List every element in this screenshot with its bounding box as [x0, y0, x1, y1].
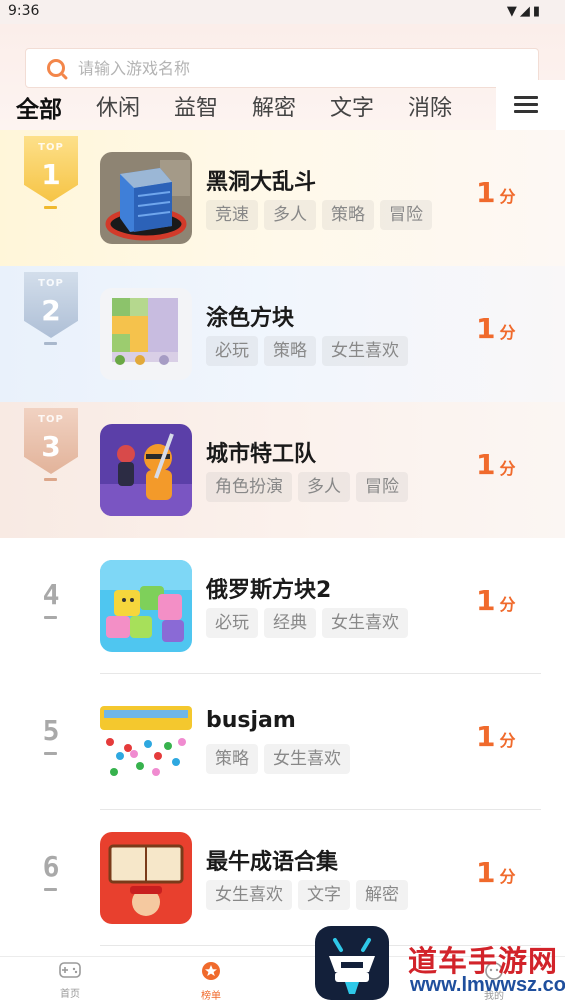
- badge-top-label: TOP: [38, 278, 64, 289]
- idiom-game-icon[interactable]: [100, 832, 192, 924]
- rank-number: 5: [42, 714, 60, 747]
- game-name[interactable]: 俄罗斯方块2: [206, 572, 331, 604]
- tag: 角色扮演: [206, 472, 292, 502]
- score-value: 1: [476, 584, 496, 617]
- score-value: 1: [476, 312, 496, 345]
- game-name[interactable]: 黑洞大乱斗: [206, 164, 316, 196]
- tag: 冒险: [356, 472, 408, 502]
- list-item[interactable]: TOP 3 城市特工队 角色扮演 多人 冒险 1分: [0, 402, 565, 538]
- score-unit: 分: [499, 323, 516, 342]
- game-tags: 竞速 多人 策略 冒险: [206, 200, 438, 230]
- tag: 策略: [206, 744, 258, 774]
- tag: 解密: [356, 880, 408, 910]
- tag: 文字: [298, 880, 350, 910]
- city-agent-game-icon[interactable]: [100, 424, 192, 516]
- tag: 竞速: [206, 200, 258, 230]
- rank-badge-gold: TOP 1: [24, 136, 78, 202]
- hamburger-menu-icon: [514, 96, 538, 114]
- game-score: 1分: [476, 448, 516, 481]
- tag: 女生喜欢: [264, 744, 350, 774]
- game-tags: 女生喜欢 文字 解密: [206, 880, 414, 910]
- badge-top-label: TOP: [38, 414, 64, 425]
- game-score: 1分: [476, 584, 516, 617]
- game-name[interactable]: 涂色方块: [206, 300, 294, 332]
- category-menu-button[interactable]: [496, 80, 565, 130]
- rank-number: 1: [41, 158, 61, 191]
- game-name[interactable]: 最牛成语合集: [206, 844, 338, 876]
- game-tags: 必玩 策略 女生喜欢: [206, 336, 414, 366]
- rank-badge-silver: TOP 2: [24, 272, 78, 338]
- watermark-logo: 道车手游网 www.lmwwsz.com: [408, 938, 565, 1000]
- list-item[interactable]: 6 最牛成语合集 女生喜欢 文字 解密 1分: [0, 810, 565, 946]
- game-tags: 策略 女生喜欢: [206, 744, 356, 774]
- tag: 女生喜欢: [206, 880, 292, 910]
- nav-label: 榜单: [201, 991, 221, 1002]
- game-name[interactable]: 城市特工队: [206, 436, 316, 468]
- tag: 策略: [264, 336, 316, 366]
- nav-ranking[interactable]: 榜单: [181, 961, 241, 1002]
- tag: 多人: [264, 200, 316, 230]
- rank-badge-bronze: TOP 3: [24, 408, 78, 474]
- black-hole-game-icon[interactable]: [100, 152, 192, 244]
- nav-label: 首页: [60, 989, 80, 1000]
- score-unit: 分: [499, 731, 516, 750]
- wifi-icon: ▼: [506, 4, 520, 19]
- color-block-game-icon[interactable]: [100, 288, 192, 380]
- category-tabs: 全部 休闲 益智 解密 文字 消除: [0, 80, 500, 130]
- badge-top-label: TOP: [38, 142, 64, 153]
- tag: 冒险: [380, 200, 432, 230]
- tetris-game-icon[interactable]: [100, 560, 192, 652]
- game-score: 1分: [476, 720, 516, 753]
- game-score: 1分: [476, 176, 516, 209]
- search-input[interactable]: [78, 55, 498, 81]
- ranking-icon: [202, 962, 220, 980]
- tag: 必玩: [206, 336, 258, 366]
- tab-puzzle[interactable]: 益智: [174, 90, 218, 122]
- car-logo-icon: [329, 938, 375, 994]
- score-value: 1: [476, 176, 496, 209]
- score-unit: 分: [499, 459, 516, 478]
- tab-casual[interactable]: 休闲: [96, 90, 140, 122]
- score-unit: 分: [499, 595, 516, 614]
- tab-all[interactable]: 全部: [16, 90, 62, 124]
- game-tags: 角色扮演 多人 冒险: [206, 472, 414, 502]
- tag: 策略: [322, 200, 374, 230]
- list-item[interactable]: TOP 2 涂色方块 必玩 策略 女生喜欢 1分: [0, 266, 565, 402]
- game-score: 1分: [476, 312, 516, 345]
- status-bar: 9:36 ▼◢▮: [0, 0, 565, 24]
- game-tags: 必玩 经典 女生喜欢: [206, 608, 414, 638]
- tag: 女生喜欢: [322, 336, 408, 366]
- status-icons: ▼◢▮: [507, 4, 543, 19]
- tag: 女生喜欢: [322, 608, 408, 638]
- score-value: 1: [476, 856, 496, 889]
- rank-number: 3: [41, 430, 61, 463]
- tag: 多人: [298, 472, 350, 502]
- game-score: 1分: [476, 856, 516, 889]
- game-name[interactable]: busjam: [206, 708, 296, 733]
- tab-eliminate[interactable]: 消除: [408, 90, 452, 122]
- floating-app-button[interactable]: [315, 926, 389, 1000]
- score-unit: 分: [499, 187, 516, 206]
- signal-icon: ◢: [519, 4, 533, 19]
- rank-number: 2: [41, 294, 61, 327]
- nav-home[interactable]: 首页: [40, 961, 100, 1000]
- gamepad-icon: [59, 962, 81, 978]
- tag: 经典: [264, 608, 316, 638]
- list-item[interactable]: TOP 1 黑洞大乱斗 竞速 多人 策略 冒险 1分: [0, 130, 565, 266]
- search-icon: [47, 59, 65, 77]
- tag: 必玩: [206, 608, 258, 638]
- tab-decrypt[interactable]: 解密: [252, 90, 296, 122]
- bus-jam-game-icon[interactable]: [100, 696, 192, 788]
- list-item[interactable]: 4 俄罗斯方块2 必玩 经典 女生喜欢 1分: [0, 538, 565, 674]
- battery-icon: ▮: [532, 4, 543, 19]
- score-unit: 分: [499, 867, 516, 886]
- score-value: 1: [476, 720, 496, 753]
- watermark-url: www.lmwwsz.com: [410, 974, 565, 996]
- score-value: 1: [476, 448, 496, 481]
- rank-number: 6: [42, 850, 60, 883]
- tab-text[interactable]: 文字: [330, 90, 374, 122]
- rank-number: 4: [42, 578, 60, 611]
- list-item[interactable]: 5 busjam 策略 女生喜欢 1分: [0, 674, 565, 810]
- status-time: 9:36: [8, 3, 40, 19]
